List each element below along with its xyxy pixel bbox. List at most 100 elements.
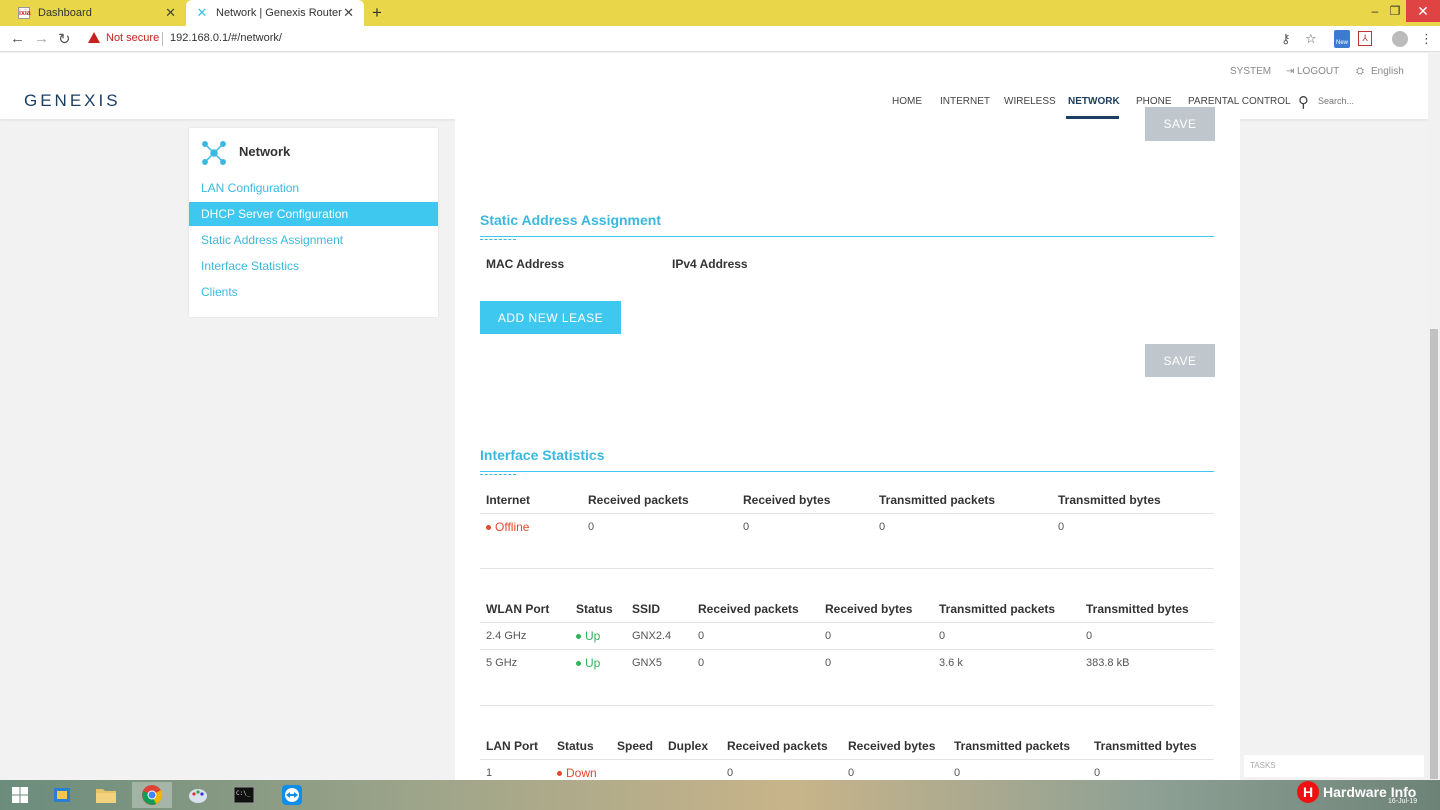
received-bytes-header: Received bytes [743,493,831,507]
minimize-icon[interactable]: – [1364,0,1386,22]
windows-taskbar: C:\_ [0,780,1440,810]
transmitted-packets-header: Transmitted packets [954,739,1071,753]
table-cell: 0 [1094,767,1101,779]
page-scrollbar[interactable] [1428,53,1440,780]
menu-dots-icon[interactable]: ⋮ [1420,31,1433,47]
key-icon[interactable]: ⚷ [1281,31,1291,47]
status-header: Status [557,739,594,753]
close-window-icon[interactable]: ✕ [1406,0,1440,22]
command-prompt-icon[interactable]: C:\_ [224,782,264,808]
status-text: Up [585,656,601,670]
table-cell: 2.4 GHz [486,630,527,642]
status-dot-icon [486,525,491,531]
table-cell: 0 [825,657,832,669]
tab-network[interactable]: ✕ Network | Genexis Router ✕ [186,0,364,26]
duplex-header: Duplex [668,739,709,753]
star-icon[interactable]: ☆ [1305,31,1317,47]
forward-icon[interactable]: → [34,30,49,47]
status-header: Status [576,602,613,616]
section-divider-dash [480,474,516,475]
windows-start-icon[interactable] [0,782,40,808]
table-cell: 0 [698,630,705,642]
nav-network[interactable]: NETWORK [1068,96,1120,107]
hardware-info-logo-icon: H [1297,781,1319,803]
lan-status: Down [557,766,597,780]
received-packets-header: Received packets [698,602,799,616]
interface-statistics-title: Interface Statistics [480,447,605,463]
language-icon[interactable]: ⛭ [1356,66,1364,77]
pdf-extension-icon[interactable]: ⅄ [1358,31,1372,46]
sidebar-item-clients[interactable]: Clients [189,280,438,304]
not-secure-label[interactable]: Not secure [106,32,159,44]
folder-icon[interactable] [86,782,126,808]
close-tab-icon[interactable]: ✕ [343,5,354,21]
sidebar-item-interface-statistics[interactable]: Interface Statistics [189,254,438,278]
add-new-lease-button[interactable]: ADD NEW LEASE [480,301,621,334]
internet-header: Internet [486,493,531,507]
profile-avatar-icon[interactable] [1392,31,1408,47]
sidebar-item-lan-configuration[interactable]: LAN Configuration [189,176,438,200]
network-icon [202,141,226,165]
restore-icon[interactable]: ❐ [1384,0,1406,22]
status-dot-icon [557,771,562,777]
received-packets-header: Received packets [727,739,828,753]
lan-port-header: LAN Port [486,739,538,753]
table-cell: 0 [848,767,855,779]
teamviewer-icon[interactable] [272,782,312,808]
address-bar[interactable]: 192.168.0.1/#/network/ [170,32,282,44]
transmitted-packets-header: Transmitted packets [879,493,996,507]
ixia-favicon-icon: ixia [18,7,31,19]
main-panel: SAVE Static Address Assignment MAC Addre… [455,107,1240,780]
system-link[interactable]: SYSTEM [1230,66,1271,77]
file-manager-icon[interactable] [42,782,82,808]
table-cell: 0 [1086,630,1093,642]
logout-link[interactable]: LOGOUT [1297,66,1339,77]
table-cell: 0 [1058,521,1065,533]
table-cell: 0 [825,630,832,642]
paint-icon[interactable] [178,782,218,808]
reload-icon[interactable]: ↻ [58,30,71,48]
status-text: Up [585,629,601,643]
language-link[interactable]: English [1371,66,1404,77]
url-separator [162,32,163,46]
table-cell: 0 [879,521,886,533]
browser-toolbar: ← → ↻ Not secure 192.168.0.1/#/network/ … [0,26,1440,52]
sidebar-title: Network [239,144,291,159]
wlan-status: Up [576,656,600,670]
nav-parental-control[interactable]: PARENTAL CONTROL [1188,96,1291,107]
nav-phone[interactable]: PHONE [1136,96,1172,107]
nav-home[interactable]: HOME [892,96,922,107]
status-text: Down [566,766,597,780]
sidebar-item-dhcp-server-configuration[interactable]: DHCP Server Configuration [189,202,438,226]
svg-text:C:\_: C:\_ [236,790,251,797]
sidebar-item-static-address-assignment[interactable]: Static Address Assignment [189,228,438,252]
scrollbar-thumb[interactable] [1430,329,1438,779]
chrome-icon[interactable] [132,782,172,808]
extension-new-icon[interactable]: New [1334,30,1350,48]
save-button-top[interactable]: SAVE [1145,107,1215,141]
internet-status: Offline [486,520,529,534]
nav-internet[interactable]: INTERNET [940,96,990,107]
nav-wireless[interactable]: WIRELESS [1004,96,1056,107]
status-text: Offline [495,520,530,534]
tab-dashboard[interactable]: ixia Dashboard ✕ [8,0,186,26]
close-tab-icon[interactable]: ✕ [165,5,176,21]
tasks-panel[interactable]: TASKS [1244,755,1424,777]
table-cell: 5 GHz [486,657,518,669]
table-cell: 0 [743,521,750,533]
section-divider [480,471,1214,472]
search-icon[interactable]: ⚲ [1298,93,1309,111]
new-tab-icon[interactable]: + [372,3,382,23]
wlan-status: Up [576,629,600,643]
section-divider-dash [480,239,516,240]
table-cell: GNX5 [632,657,662,669]
search-input[interactable] [1318,93,1418,109]
tab-label: Network | Genexis Router [216,7,342,19]
wlan-port-header: WLAN Port [486,602,550,616]
row-divider [480,759,1214,760]
back-icon[interactable]: ← [10,30,25,47]
save-button[interactable]: SAVE [1145,344,1215,377]
logout-icon[interactable]: ⇥ [1286,66,1294,77]
genexis-logo[interactable]: GENEXIS [24,91,121,111]
ipv4-address-header: IPv4 Address [672,257,748,271]
